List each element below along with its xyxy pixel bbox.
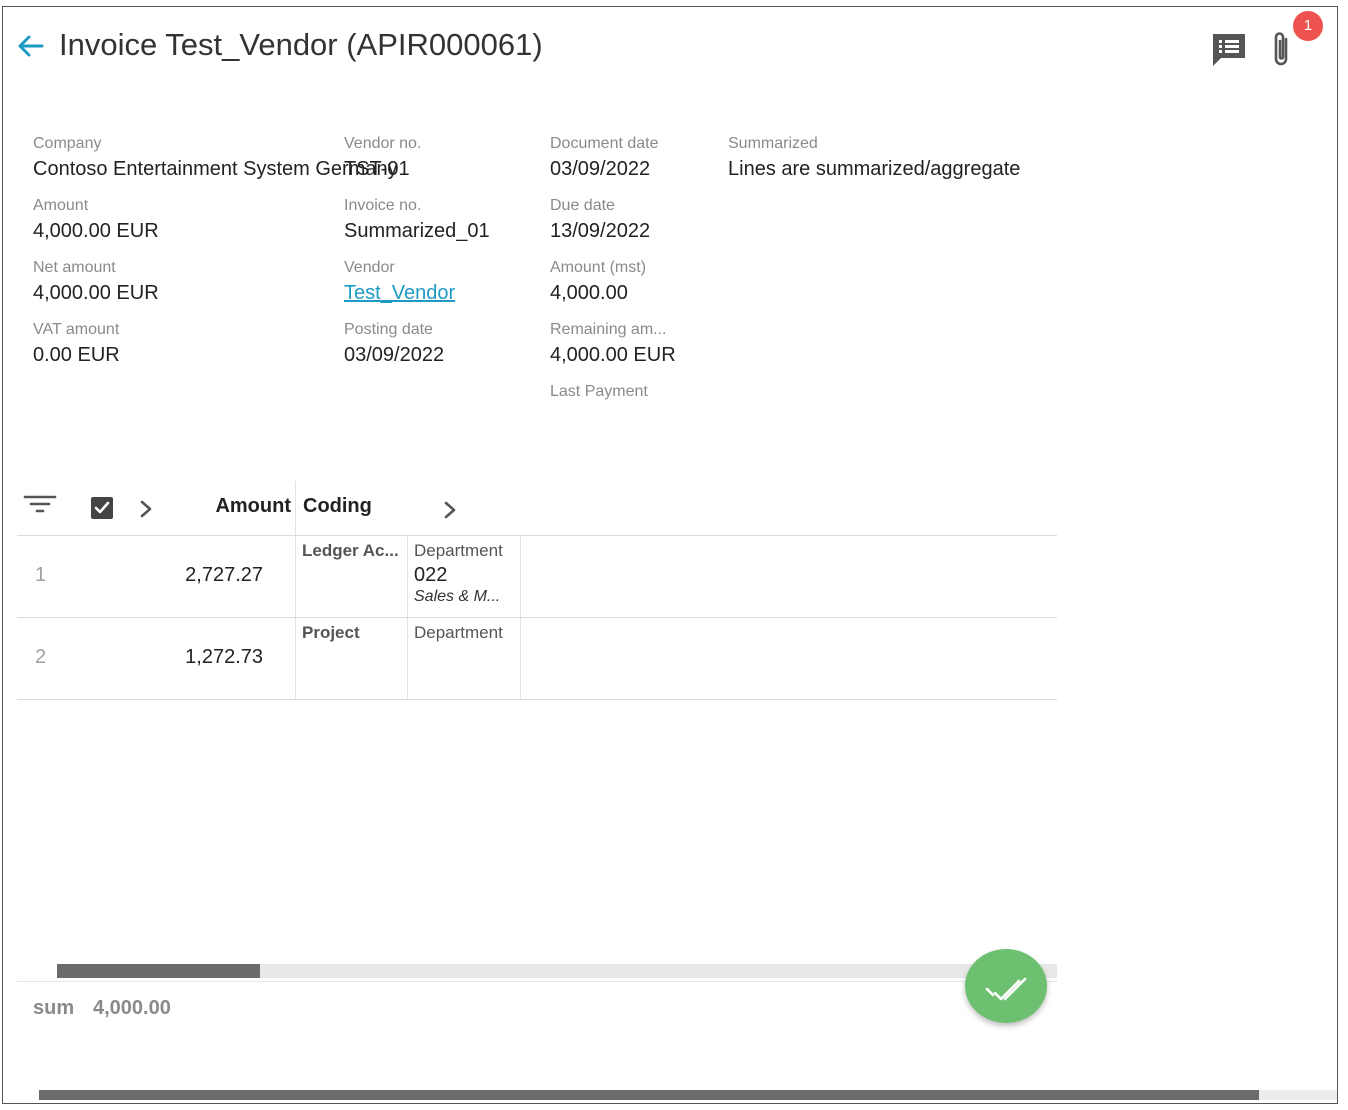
vat-amount-field: VAT amount 0.00 EUR [33, 321, 120, 367]
chevron-right-icon[interactable] [135, 497, 157, 521]
due-date-label: Due date [550, 197, 615, 214]
table-row[interactable]: 2 1,272.73 Project Department [17, 618, 1057, 699]
vat-amount-value: 0.00 EUR [33, 344, 120, 366]
net-amount-label: Net amount [33, 259, 116, 276]
paperclip-icon[interactable] [1265, 27, 1297, 71]
posting-date-label: Posting date [344, 321, 433, 338]
row-number: 1 [35, 564, 47, 586]
coding-department-header: Department [414, 623, 503, 642]
posting-date-value: 03/09/2022 [344, 344, 445, 366]
double-check-icon [985, 977, 1027, 1001]
document-date-label: Document date [550, 135, 659, 152]
last-payment-label: Last Payment [550, 383, 648, 400]
comment-icon[interactable] [1209, 29, 1249, 69]
row-amount: 2,727.27 [185, 564, 263, 586]
vendor-label: Vendor [344, 259, 395, 276]
row-number: 2 [35, 646, 47, 668]
amount-mst-value: 4,000.00 [550, 282, 628, 304]
filter-icon[interactable] [23, 493, 57, 517]
coding-expand-chevron-icon[interactable] [439, 498, 461, 522]
invoice-no-value: Summarized_01 [344, 220, 490, 242]
vendor-no-field: Vendor no. TST-01 [344, 135, 421, 181]
sum-value: 4,000.00 [93, 997, 171, 1019]
document-date-value: 03/09/2022 [550, 158, 651, 180]
posting-date-field: Posting date 03/09/2022 [344, 321, 444, 367]
amount-label: Amount [33, 197, 89, 214]
vendor-link[interactable]: Test_Vendor [344, 282, 455, 305]
summarized-value: Lines are summarized/aggregate [728, 158, 1021, 180]
select-all-checkbox-icon[interactable] [90, 496, 114, 520]
vat-amount-label: VAT amount [33, 321, 120, 338]
document-date-field: Document date 03/09/2022 [550, 135, 659, 181]
coding-department-description: Sales & M... [414, 588, 501, 605]
net-amount-field: Net amount 4,000.00 EUR [33, 259, 159, 305]
column-header-coding[interactable]: Coding [303, 495, 372, 518]
table-row[interactable]: 1 2,727.27 Ledger Ac... Department 022 S… [17, 536, 1057, 617]
due-date-field: Due date 13/09/2022 [550, 197, 650, 243]
vendor-no-label: Vendor no. [344, 135, 422, 152]
company-value: Contoso Entertainment System Germany [33, 158, 398, 180]
sum-divider [17, 981, 1057, 982]
amount-field: Amount 4,000.00 EUR [33, 197, 159, 243]
coding-project-header: Project [302, 623, 360, 642]
back-arrow-icon[interactable] [13, 29, 47, 63]
amount-mst-field: Amount (mst) 4,000.00 [550, 259, 646, 305]
company-label: Company [33, 135, 102, 152]
summarized-field: Summarized Lines are summarized/aggregat… [728, 135, 1020, 181]
vendor-no-value: TST-01 [344, 158, 410, 180]
row-amount: 1,272.73 [185, 646, 263, 668]
coding-department-value: 022 [414, 564, 448, 586]
invoice-no-label: Invoice no. [344, 197, 422, 214]
invoice-no-field: Invoice no. Summarized_01 [344, 197, 490, 243]
amount-mst-label: Amount (mst) [550, 259, 647, 276]
invoice-window: Invoice Test_Vendor (APIR000061) 1 Compa… [2, 6, 1338, 1104]
last-payment-field: Last Payment [550, 383, 648, 406]
vendor-field: Vendor Test_Vendor [344, 259, 455, 305]
remaining-amount-value: 4,000.00 EUR [550, 344, 676, 366]
coding-department-header: Department [414, 541, 503, 560]
remaining-amount-field: Remaining am... 4,000.00 EUR [550, 321, 676, 367]
amount-value: 4,000.00 EUR [33, 220, 159, 242]
page-horizontal-scroll-thumb[interactable] [39, 1090, 1259, 1100]
coding-ledger-account-header: Ledger Ac... [302, 541, 399, 560]
due-date-value: 13/09/2022 [550, 220, 651, 242]
column-header-amount[interactable]: Amount [163, 495, 291, 518]
grid-horizontal-scroll-thumb[interactable] [57, 964, 260, 978]
net-amount-value: 4,000.00 EUR [33, 282, 159, 304]
attachment-count-badge: 1 [1293, 11, 1323, 41]
summarized-label: Summarized [728, 135, 818, 152]
page-title: Invoice Test_Vendor (APIR000061) [59, 27, 543, 62]
company-field: Company Contoso Entertainment System Ger… [33, 135, 398, 181]
row-divider [17, 699, 1057, 700]
sum-label: sum [33, 997, 75, 1019]
remaining-amount-label: Remaining am... [550, 321, 667, 338]
approve-button[interactable] [965, 949, 1047, 1023]
